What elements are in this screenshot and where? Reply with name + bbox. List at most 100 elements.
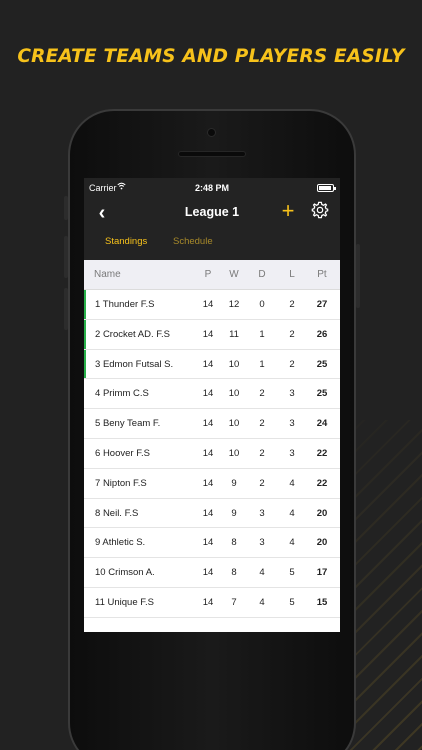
played-cell: 14 [202,477,214,489]
points-cell: 15 [316,596,328,608]
points-cell: 25 [316,388,328,400]
won-cell: 11 [229,328,239,340]
lost-cell: 3 [289,447,295,459]
played-cell: 14 [202,388,214,400]
points-cell: 22 [316,477,328,489]
points-cell: 24 [316,418,328,430]
drawn-cell: 1 [259,358,265,370]
team-name-cell: 8 Neil. F.S [95,507,139,519]
team-name-cell: 9 Athletic S. [95,537,146,549]
phone-power-button [356,244,360,308]
played-cell: 14 [202,358,214,370]
table-row[interactable]: 5 Beny Team F. 14 10 2 3 24 [84,409,340,439]
phone-camera [207,128,216,137]
column-header-name: Name [94,269,121,280]
points-cell: 20 [316,507,328,519]
phone-mute-switch [64,196,68,220]
played-cell: 14 [202,328,214,340]
phone-volume-down [64,288,68,330]
column-header-points: Pt [317,269,327,280]
plus-icon[interactable]: + [276,199,300,223]
table-row[interactable]: 2 Crocket AD. F.S 14 11 1 2 26 [84,319,340,350]
drawn-cell: 0 [259,299,265,310]
table-row[interactable]: 11 Unique F.S 14 7 4 5 15 [84,588,340,618]
won-cell: 9 [231,507,237,519]
table-row[interactable]: 1 Thunder F.S 14 12 0 2 27 [84,290,340,320]
gear-icon[interactable] [310,200,330,220]
team-name-cell: 7 Nipton F.S [95,477,147,489]
lost-cell: 3 [289,388,295,400]
won-cell: 10 [228,358,240,370]
drawn-cell: 4 [259,596,265,608]
column-header-played: P [204,269,212,280]
won-cell: 8 [231,567,237,579]
points-cell: 26 [316,328,328,340]
lost-cell: 3 [289,418,295,430]
points-cell: 27 [316,299,328,310]
lost-cell: 5 [289,567,295,579]
played-cell: 14 [202,537,214,549]
points-cell: 25 [316,358,328,370]
points-cell: 20 [316,537,328,549]
played-cell: 14 [202,447,214,459]
lost-cell: 5 [289,596,295,608]
played-cell: 14 [202,507,214,519]
drawn-cell: 4 [259,567,265,579]
table-row[interactable]: 8 Neil. F.S 14 9 3 4 20 [84,499,340,529]
table-row[interactable]: 6 Hoover F.S 14 10 2 3 22 [84,439,340,469]
team-name-cell: 1 Thunder F.S [95,299,155,310]
standings-table-body: 1 Thunder F.S 14 12 0 2 27 2 Crocket AD. F.S 1… [84,290,340,618]
table-row[interactable]: 9 Athletic S. 14 8 3 4 20 [84,528,340,559]
drawn-cell: 2 [259,447,265,459]
won-cell: 10 [228,388,240,400]
lost-cell: 4 [289,507,295,519]
navigation-bar: ‹ League 1 + [84,198,340,234]
column-header-lost: L [289,269,295,280]
column-header-won: W [229,269,239,280]
drawn-cell: 2 [259,477,265,489]
battery-icon [317,184,336,192]
chevron-left-icon[interactable]: ‹ [90,201,114,225]
lost-cell: 4 [289,537,295,549]
won-cell: 8 [231,537,237,549]
points-cell: 17 [316,567,328,579]
team-name-cell: 11 Unique F.S [95,596,154,608]
team-name-cell: 4 Primm C.S [95,388,149,400]
phone-volume-up [64,236,68,278]
drawn-cell: 2 [259,418,265,430]
played-cell: 14 [202,418,214,430]
status-bar: Carrier 2:48 PM [84,178,340,198]
won-cell: 12 [228,299,240,310]
status-time: 2:48 PM [194,183,229,193]
played-cell: 14 [202,596,214,608]
standings-table-header: Name P W D L Pt [84,260,340,290]
tab-schedule[interactable]: Schedule [173,236,213,247]
drawn-cell: 3 [259,507,265,519]
nav-title: League 1 [184,205,240,219]
segment-tabs: Standings Schedule [84,234,340,260]
table-row[interactable]: 10 Crimson A. 14 8 4 5 17 [84,558,340,588]
team-name-cell: 5 Beny Team F. [95,418,161,430]
table-row[interactable]: 7 Nipton F.S 14 9 2 4 22 [84,469,340,499]
won-cell: 7 [231,596,237,608]
column-header-drawn: D [258,269,266,280]
promo-headline: CREATE TEAMS AND PLAYERS EASILY [17,46,405,67]
played-cell: 14 [202,299,214,310]
points-cell: 22 [316,447,328,459]
won-cell: 10 [228,447,240,459]
drawn-cell: 3 [259,537,265,549]
team-name-cell: 3 Edmon Futsal S. [95,358,174,370]
tab-standings[interactable]: Standings [105,236,147,247]
lost-cell: 4 [289,477,295,489]
top-bar: Carrier 2:48 PM ‹ League 1 + Standings S [84,178,340,260]
team-name-cell: 10 Crimson A. [95,567,155,579]
app-screen: Carrier 2:48 PM ‹ League 1 + Standings S [84,178,340,632]
table-row[interactable]: 4 Primm C.S 14 10 2 3 25 [84,379,340,410]
phone-speaker [178,151,246,157]
lost-cell: 2 [289,358,295,370]
team-name-cell: 2 Crocket AD. F.S [95,328,170,340]
drawn-cell: 1 [259,328,265,340]
won-cell: 9 [231,477,237,489]
table-row[interactable]: 3 Edmon Futsal S. 14 10 1 2 25 [84,349,340,380]
lost-cell: 2 [289,328,295,340]
